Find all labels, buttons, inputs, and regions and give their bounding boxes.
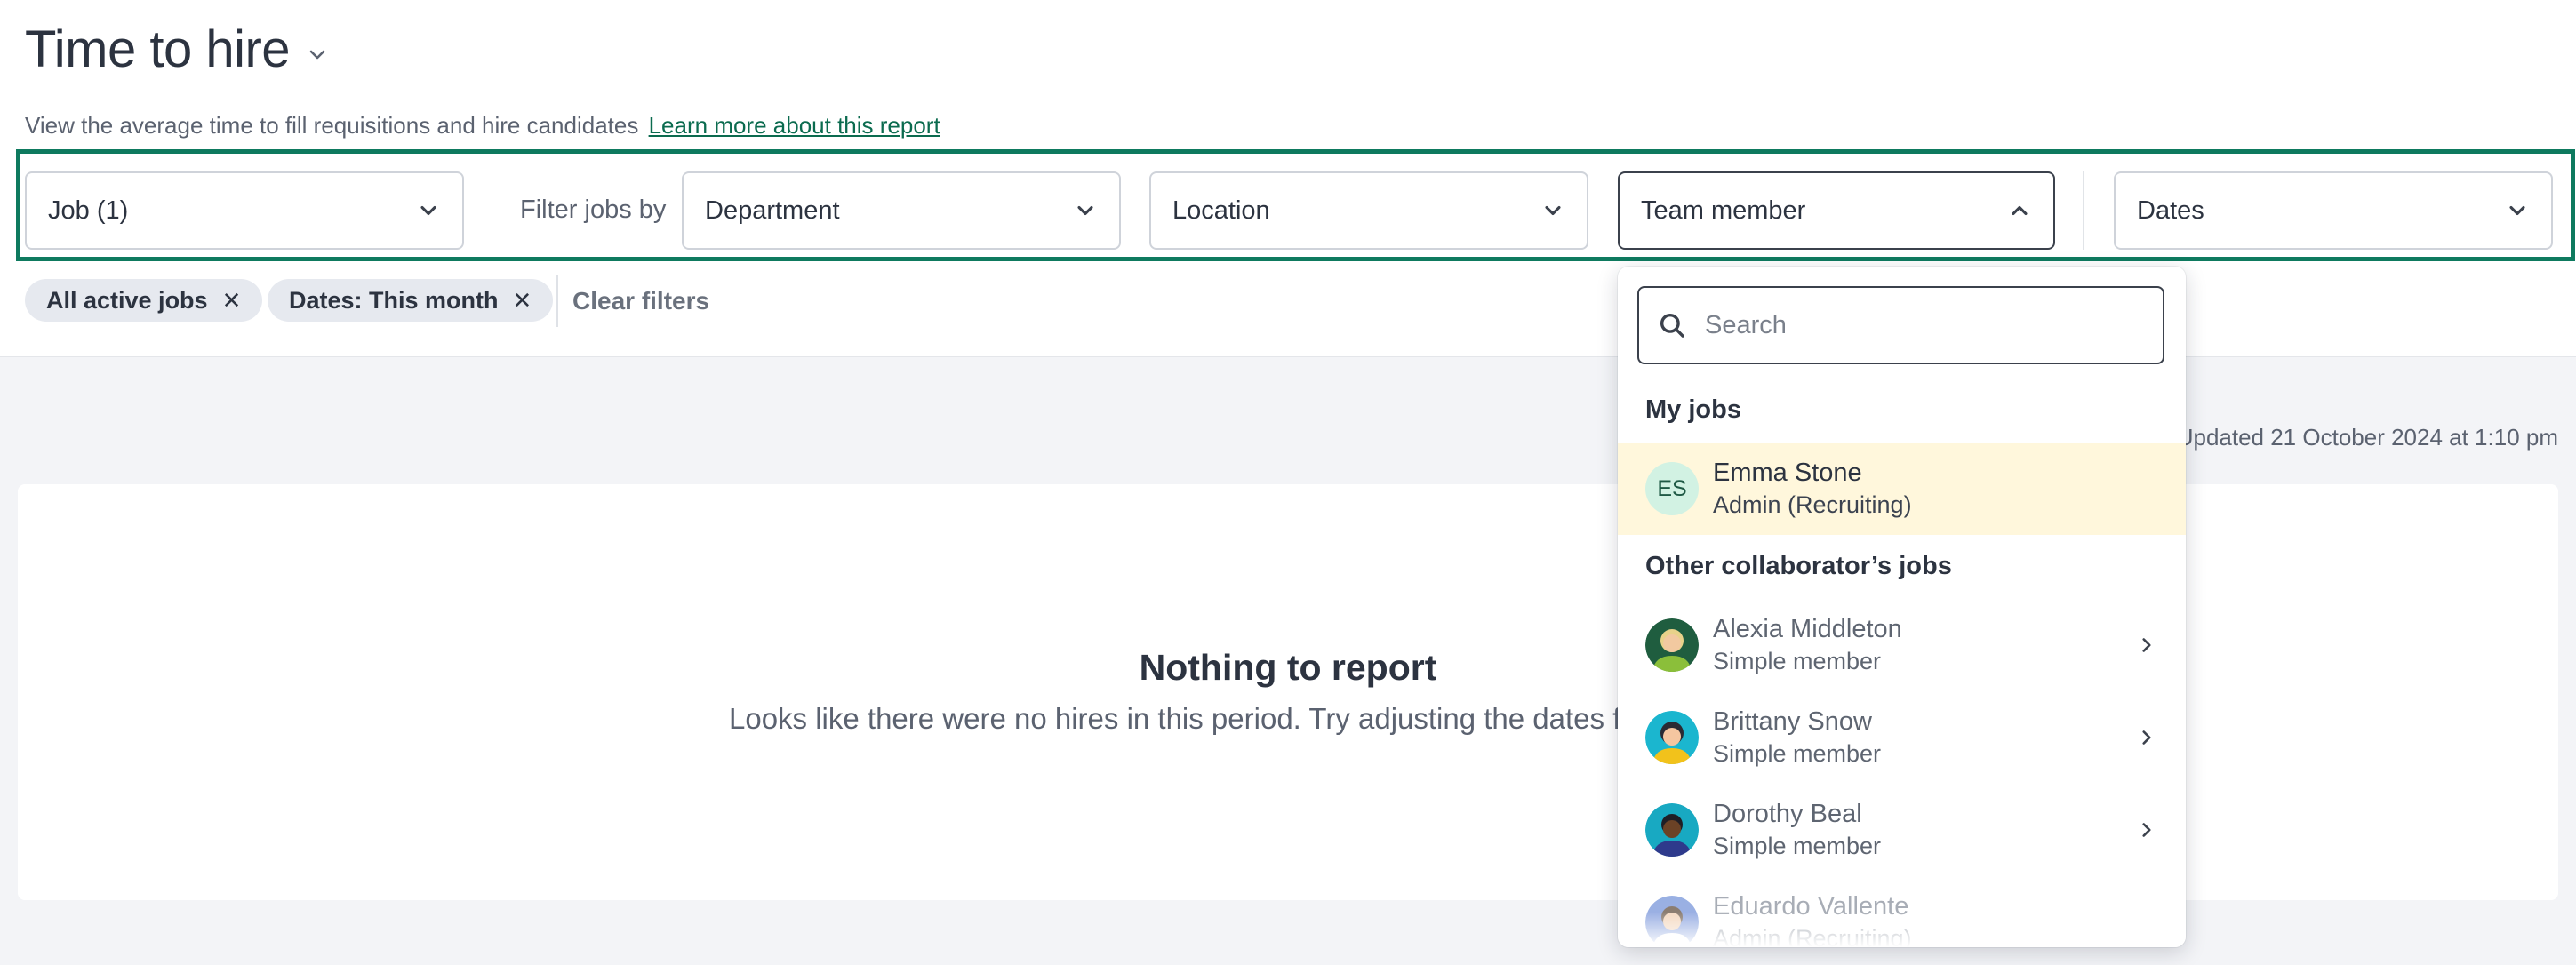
department-select[interactable]: Department — [682, 171, 1121, 250]
location-select[interactable]: Location — [1149, 171, 1588, 250]
dates-select-label: Dates — [2137, 195, 2204, 225]
chevron-down-icon — [2509, 205, 2525, 216]
chevron-down-icon[interactable] — [306, 43, 329, 66]
team-member-select-label: Team member — [1641, 195, 1806, 225]
chevron-down-icon — [1545, 205, 1561, 216]
clear-filters-button[interactable]: Clear filters — [572, 287, 709, 315]
avatar — [1645, 803, 1699, 857]
other-collaborators-heading: Other collaborator’s jobs — [1645, 552, 1952, 580]
avatar — [1645, 711, 1699, 764]
subtitle-text: View the average time to fill requisitio… — [25, 112, 639, 139]
avatar: ES — [1645, 462, 1699, 515]
member-role: Simple member — [1713, 648, 1882, 674]
empty-state-subtitle: Looks like there were no hires in this p… — [729, 702, 1637, 735]
remove-chip-icon[interactable]: ✕ — [222, 287, 242, 315]
location-select-label: Location — [1172, 195, 1270, 225]
member-role: Simple member — [1713, 833, 1882, 859]
department-select-label: Department — [705, 195, 840, 225]
member-name: Dorothy Beal — [1713, 800, 1862, 828]
title-row[interactable]: Time to hire — [25, 20, 329, 79]
empty-state-title: Nothing to report — [1139, 647, 1437, 688]
member-role: Simple member — [1713, 740, 1882, 767]
my-jobs-heading: My jobs — [1645, 395, 1741, 424]
page-title: Time to hire — [25, 20, 291, 78]
chevron-down-icon — [420, 205, 436, 216]
team-member-dropdown: My jobs ES Emma Stone Admin (Recruiting)… — [1618, 267, 2186, 947]
search-icon — [1660, 313, 1684, 338]
chip-divider — [556, 275, 558, 327]
last-updated-text: Updated 21 October 2024 at 1:10 pm — [2176, 424, 2558, 451]
chevron-down-icon — [1077, 205, 1093, 216]
search-field[interactable] — [1637, 286, 2164, 364]
filter-chip-dates: Dates: This month ✕ — [268, 279, 554, 322]
page-subtitle: View the average time to fill requisitio… — [25, 112, 940, 140]
learn-more-link[interactable]: Learn more about this report — [649, 112, 940, 139]
search-input[interactable] — [1705, 310, 2132, 340]
list-item-dorothy-beal[interactable]: Dorothy Beal Simple member — [1618, 784, 2186, 876]
chevron-right-icon[interactable] — [2135, 726, 2158, 749]
remove-chip-icon[interactable]: ✕ — [513, 287, 532, 315]
member-name: Brittany Snow — [1713, 707, 1872, 736]
job-select[interactable]: Job (1) — [25, 171, 464, 250]
list-item-brittany-snow[interactable]: Brittany Snow Simple member — [1618, 691, 2186, 784]
member-name: Alexia Middleton — [1713, 615, 1902, 643]
team-member-select[interactable]: Team member — [1618, 171, 2055, 250]
filter-divider — [2083, 171, 2084, 250]
chevron-right-icon[interactable] — [2135, 818, 2158, 841]
list-item-emma-stone[interactable]: ES Emma Stone Admin (Recruiting) — [1618, 443, 2186, 535]
chevron-right-icon[interactable] — [2135, 634, 2158, 657]
scroll-fade — [1618, 912, 2186, 947]
chevron-up-icon — [2012, 205, 2028, 216]
dates-select[interactable]: Dates — [2114, 171, 2553, 250]
list-item-alexia-middleton[interactable]: Alexia Middleton Simple member — [1618, 599, 2186, 691]
chip-label: Dates: This month — [289, 286, 499, 314]
filter-chip-all-active-jobs: All active jobs ✕ — [25, 279, 263, 322]
member-name: Emma Stone — [1713, 459, 1862, 487]
avatar — [1645, 618, 1699, 672]
chip-label: All active jobs — [46, 286, 208, 314]
job-select-label: Job (1) — [48, 195, 129, 225]
filter-jobs-label: Filter jobs by — [520, 195, 667, 224]
member-role: Admin (Recruiting) — [1713, 491, 1912, 518]
